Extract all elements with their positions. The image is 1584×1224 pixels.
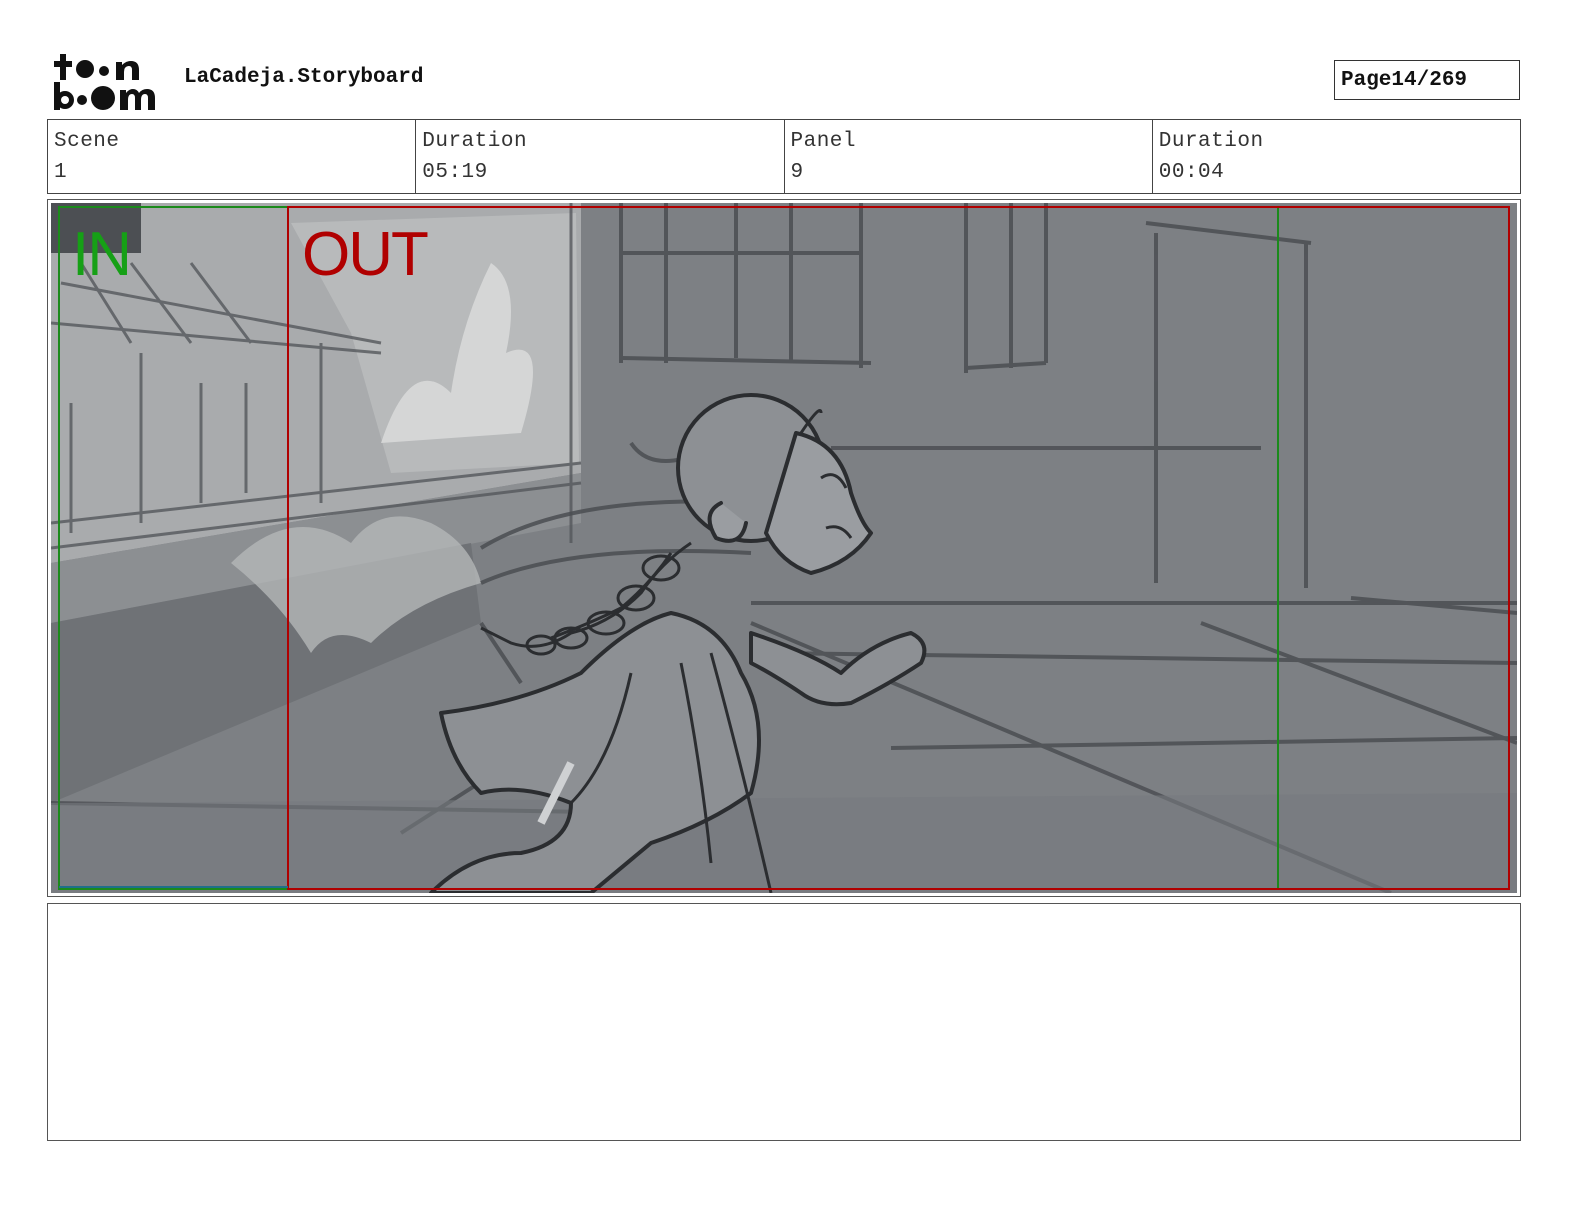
page-label: Page — [1341, 68, 1392, 92]
panel-notes-box[interactable] — [47, 903, 1521, 1141]
scene-value: 1 — [54, 161, 68, 184]
panel-duration-value: 00:04 — [1158, 161, 1225, 184]
out-marker-label: OUT — [302, 220, 429, 289]
document-title: LaCadeja.Storyboard — [184, 66, 424, 89]
scene-cell: Scene 1 — [48, 120, 417, 193]
scene-duration-value: 05:19 — [422, 161, 488, 184]
scene-info-table: Scene 1 Duration 05:19 Panel 9 Duration … — [47, 119, 1521, 194]
scene-duration-label: Duration — [422, 130, 528, 153]
scene-duration-cell: Duration 05:19 — [416, 120, 785, 193]
scene-label: Scene — [54, 130, 120, 153]
page-indicator: Page 14/269 — [1334, 60, 1520, 100]
panel-cell: Panel 9 — [785, 120, 1153, 193]
panel-label: Panel — [790, 130, 857, 153]
storyboard-panel-image — [51, 203, 1517, 893]
in-marker-label: IN — [72, 220, 132, 289]
panel-value: 9 — [790, 161, 804, 184]
panel-duration-label: Duration — [1158, 130, 1264, 153]
page-value: 14/269 — [1391, 68, 1468, 92]
panel-duration-cell: Duration 00:04 — [1153, 120, 1520, 193]
toon-boom-logo-icon — [52, 52, 164, 112]
